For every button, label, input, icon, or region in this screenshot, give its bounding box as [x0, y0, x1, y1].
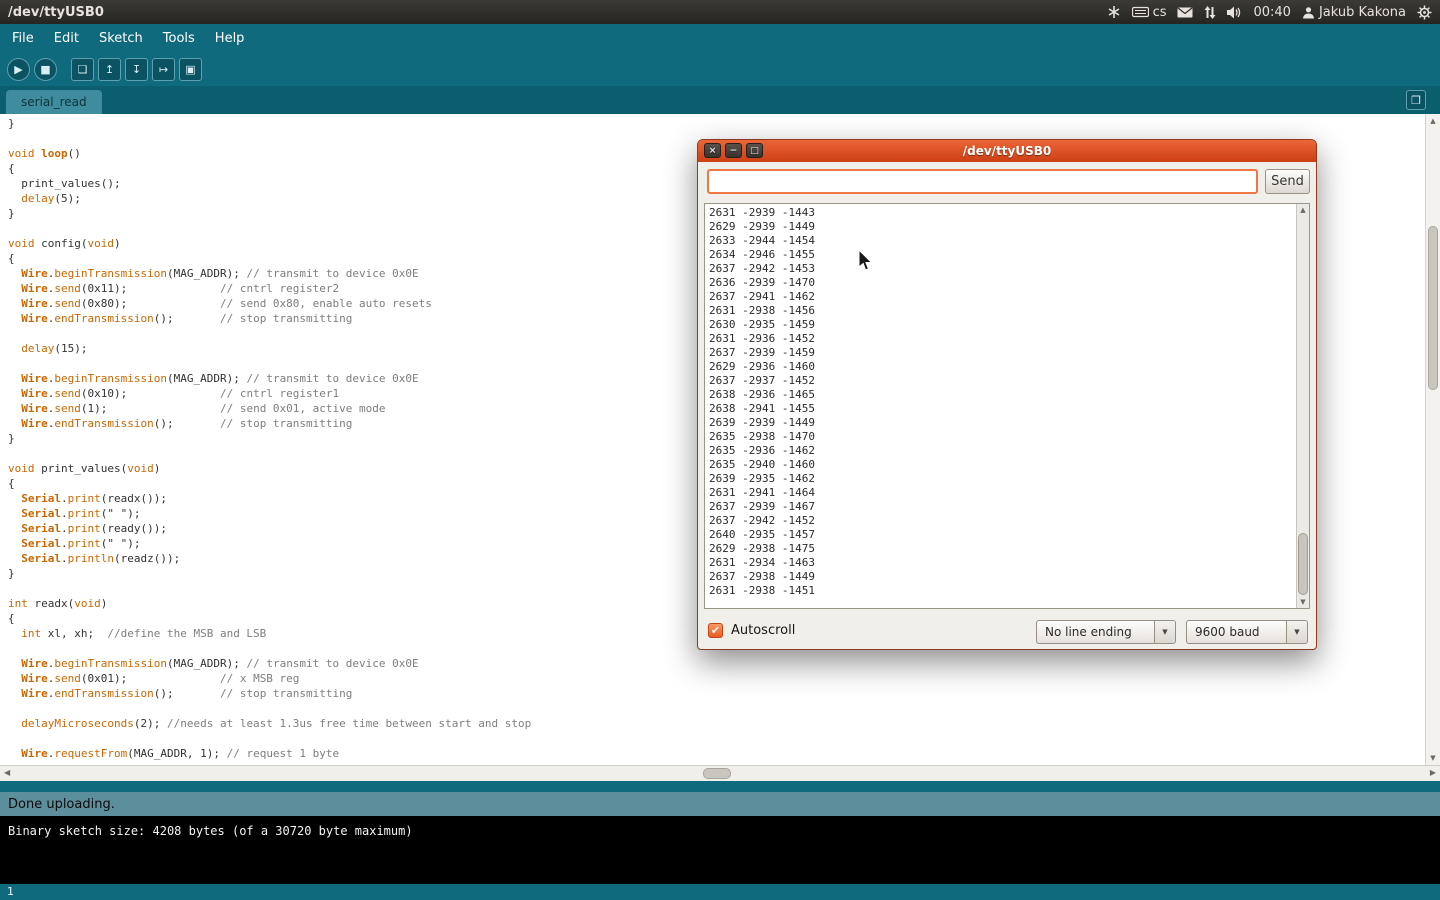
tab-menu-icon[interactable]: ❐ — [1406, 90, 1426, 110]
stop-icon: ■ — [40, 63, 50, 76]
verify-icon: ▶ — [14, 63, 22, 76]
menu-bar: FileEditSketchToolsHelp — [0, 24, 1440, 52]
tab-bar: serial_read ❐ — [0, 86, 1440, 114]
clock[interactable]: 00:40 — [1253, 5, 1290, 20]
user-icon — [1302, 6, 1315, 19]
indicator-icon[interactable] — [1107, 5, 1121, 19]
scroll-up-icon[interactable]: ▲ — [1426, 117, 1440, 125]
new-sketch-button[interactable]: ❏ — [71, 58, 94, 81]
chevron-down-icon[interactable]: ▼ — [1286, 621, 1307, 643]
scroll-up-icon[interactable]: ▲ — [1297, 206, 1309, 214]
mail-icon[interactable] — [1177, 7, 1193, 18]
keyboard-layout-indicator[interactable]: cs — [1132, 5, 1167, 20]
tab-serial-read[interactable]: serial_read — [6, 90, 102, 114]
panel-window-title: /dev/ttyUSB0 — [8, 5, 104, 20]
gear-icon[interactable] — [1417, 5, 1432, 20]
username-label: Jakub Kakona — [1319, 5, 1406, 20]
serial-scrollbar-thumb[interactable] — [1298, 533, 1308, 595]
serial-scrollbar[interactable]: ▲ ▼ — [1296, 204, 1309, 608]
serial-output-area[interactable]: 2631 -2939 -1443 2629 -2939 -1449 2633 -… — [704, 203, 1310, 609]
stop-button[interactable]: ■ — [34, 58, 57, 81]
serial-send-input[interactable] — [707, 169, 1258, 194]
scroll-down-icon[interactable]: ▼ — [1297, 598, 1309, 606]
status-divider — [0, 781, 1440, 792]
line-ending-value: No line ending — [1037, 621, 1154, 643]
desktop: /dev/ttyUSB0 cs 00:40 Jaku — [0, 0, 1440, 900]
editor-scrollbar-thumb[interactable] — [1428, 226, 1438, 390]
serial-monitor-button[interactable]: ▣ — [179, 58, 202, 81]
code-line — [8, 731, 1440, 746]
volume-icon[interactable] — [1227, 6, 1242, 19]
horizontal-scrollbar-thumb[interactable] — [703, 768, 731, 779]
user-menu[interactable]: Jakub Kakona — [1302, 5, 1406, 20]
status-bar: Done uploading. — [0, 792, 1440, 816]
chevron-down-icon[interactable]: ▼ — [1154, 621, 1175, 643]
code-line: Wire.endTransmission(); // stop transmit… — [8, 686, 1440, 701]
keyboard-layout-label: cs — [1153, 5, 1167, 20]
code-line: } — [8, 116, 1440, 131]
send-button[interactable]: Send — [1265, 169, 1310, 194]
menu-help[interactable]: Help — [205, 26, 255, 51]
autoscroll-checkbox[interactable]: ✔ — [708, 623, 723, 638]
scroll-left-icon[interactable]: ◀ — [4, 768, 10, 777]
save-sketch-icon: ↧ — [132, 63, 141, 76]
serial-monitor-window: × − □ /dev/ttyUSB0 Send 2631 -2939 -1443… — [697, 139, 1317, 650]
minimize-icon[interactable]: − — [725, 143, 742, 158]
autoscroll-label: Autoscroll — [731, 623, 795, 638]
close-icon[interactable]: × — [704, 143, 721, 158]
scroll-right-icon[interactable]: ▶ — [1430, 768, 1436, 777]
verify-button[interactable]: ▶ — [7, 58, 30, 81]
window-controls: × − □ — [704, 143, 763, 158]
serial-window-titlebar[interactable]: × − □ /dev/ttyUSB0 — [698, 140, 1316, 162]
menu-edit[interactable]: Edit — [44, 26, 89, 51]
system-tray: cs 00:40 Jakub Kakona — [1107, 5, 1432, 20]
maximize-icon[interactable]: □ — [746, 143, 763, 158]
upload-icon: ↦ — [159, 63, 168, 76]
console-line: Binary sketch size: 4208 bytes (of a 307… — [8, 823, 1432, 839]
toolbar: ▶ ■ ❏ ↥ ↧ ↦ ▣ — [0, 52, 1440, 86]
line-number-indicator: 1 — [7, 885, 14, 898]
serial-controls: ✔ Autoscroll No line ending ▼ 9600 baud … — [698, 618, 1316, 646]
new-sketch-icon: ❏ — [78, 63, 88, 76]
save-sketch-button[interactable]: ↧ — [125, 58, 148, 81]
mouse-cursor — [858, 250, 874, 272]
line-ending-dropdown[interactable]: No line ending ▼ — [1036, 620, 1176, 644]
serial-monitor-icon: ▣ — [185, 63, 195, 76]
code-line: Wire.requestFrom(MAG_ADDR, 1); // reques… — [8, 746, 1440, 761]
menu-tools[interactable]: Tools — [153, 26, 205, 51]
editor-vertical-scrollbar[interactable]: ▲ ▼ — [1425, 114, 1440, 765]
code-line — [8, 701, 1440, 716]
tab-label: serial_read — [21, 95, 87, 109]
open-sketch-icon: ↥ — [105, 63, 114, 76]
clock-label: 00:40 — [1253, 5, 1290, 20]
status-message: Done uploading. — [8, 797, 115, 812]
open-sketch-button[interactable]: ↥ — [98, 58, 121, 81]
menu-file[interactable]: File — [2, 26, 44, 51]
serial-output-lines: 2631 -2939 -1443 2629 -2939 -1449 2633 -… — [709, 206, 815, 598]
code-line: Wire.send(0x01); // x MSB reg — [8, 671, 1440, 686]
footer-bar: 1 — [0, 884, 1440, 900]
scroll-down-icon[interactable]: ▼ — [1426, 754, 1440, 762]
code-line: delayMicroseconds(2); //needs at least 1… — [8, 716, 1440, 731]
editor-horizontal-scrollbar[interactable]: ◀ ▶ — [0, 765, 1440, 781]
upload-button[interactable]: ↦ — [152, 58, 175, 81]
baud-rate-value: 9600 baud — [1187, 621, 1286, 643]
code-line: Wire.beginTransmission(MAG_ADDR); // tra… — [8, 656, 1440, 671]
baud-rate-dropdown[interactable]: 9600 baud ▼ — [1186, 620, 1308, 644]
menu-sketch[interactable]: Sketch — [89, 26, 153, 51]
serial-window-title: /dev/ttyUSB0 — [963, 144, 1052, 158]
network-sync-icon[interactable] — [1204, 6, 1216, 19]
top-panel: /dev/ttyUSB0 cs 00:40 Jaku — [0, 0, 1440, 24]
build-console: Binary sketch size: 4208 bytes (of a 307… — [0, 816, 1440, 884]
